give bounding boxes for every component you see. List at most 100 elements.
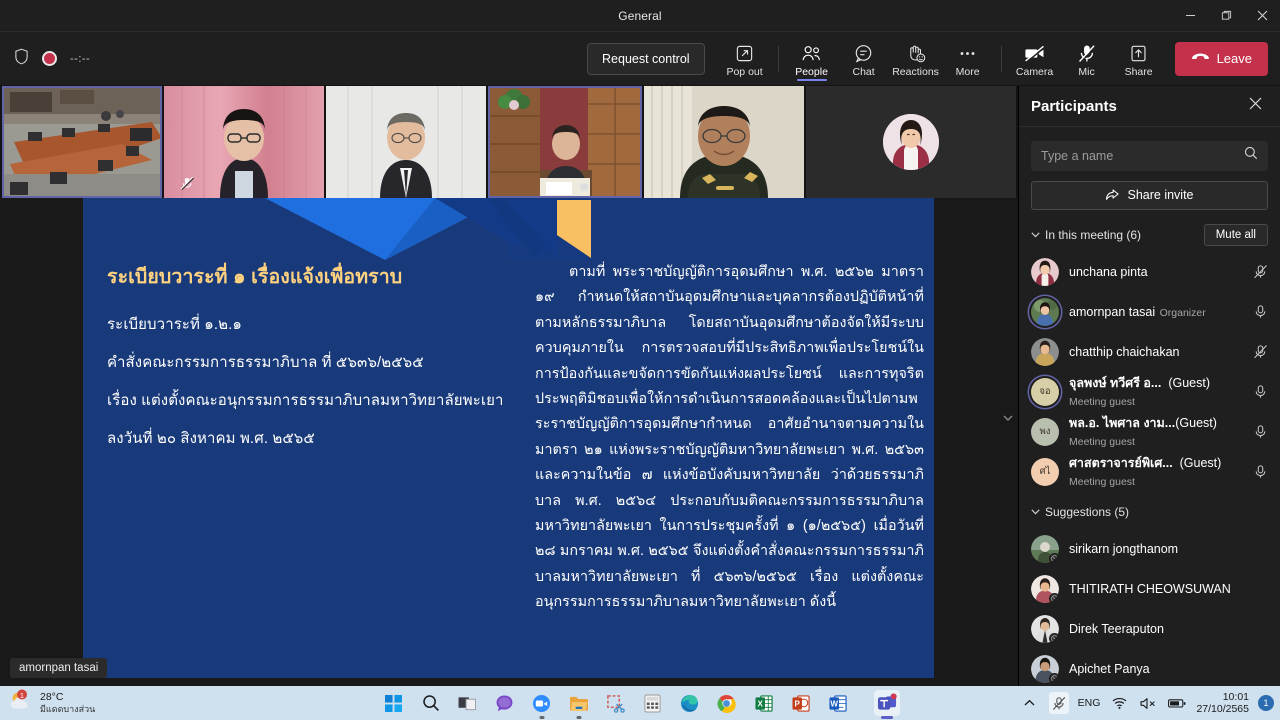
mic-on-icon[interactable] <box>1252 424 1268 439</box>
excel-app[interactable]: X <box>751 690 777 716</box>
clock-time: 10:01 <box>1222 691 1249 703</box>
participant-search[interactable] <box>1031 141 1268 171</box>
zoom-app[interactable] <box>529 690 555 719</box>
participant-names: unchana pinta <box>1069 263 1242 281</box>
suggestion-row[interactable]: Apichet Panya <box>1019 649 1280 686</box>
participant-name: amornpan tasai <box>1069 304 1156 319</box>
camera-off-icon <box>1024 42 1046 63</box>
offline-status-icon <box>1049 672 1059 683</box>
calculator-app[interactable] <box>640 690 666 716</box>
camera-label: Camera <box>1015 65 1054 78</box>
people-icon <box>801 42 822 63</box>
more-button[interactable]: More <box>942 38 994 80</box>
suggestion-row[interactable]: THITIRATH CHEOWSUWAN <box>1019 569 1280 609</box>
participant-row[interactable]: ศไ ศาสตราจารย์พิเศ... (Guest) Meeting gu… <box>1019 452 1280 488</box>
teams-app[interactable] <box>873 690 900 719</box>
volume-muted-icon[interactable] <box>1138 692 1158 714</box>
pop-out-button[interactable]: Pop out <box>719 38 771 80</box>
video-tile-1[interactable] <box>2 86 162 198</box>
mic-on-icon[interactable] <box>1252 384 1268 399</box>
edge-browser-app[interactable] <box>677 690 703 716</box>
word-app[interactable]: W <box>825 690 851 716</box>
mic-off-icon[interactable] <box>1252 344 1268 359</box>
mute-all-button[interactable]: Mute all <box>1203 223 1268 246</box>
suggestion-row[interactable]: Direk Teeraputon <box>1019 609 1280 649</box>
leave-button[interactable]: Leave <box>1174 41 1268 76</box>
video-tile-3[interactable] <box>326 86 486 198</box>
task-view-button[interactable] <box>455 690 481 716</box>
powerpoint-app[interactable]: P <box>788 690 814 716</box>
slide-left-line-1: ระเบียบวาระที่ ๑.๒.๑ <box>107 316 243 333</box>
show-hidden-icons-button[interactable] <box>1020 692 1040 714</box>
microphone-muted-tray-icon[interactable] <box>1048 692 1069 714</box>
close-button[interactable] <box>1244 0 1280 32</box>
weather-description: มีแดดบางส่วน <box>40 704 96 714</box>
participant-row[interactable]: unchana pinta <box>1019 252 1280 292</box>
file-explorer-app[interactable] <box>566 690 592 719</box>
stage-scroll-down-icon[interactable] <box>1002 412 1014 424</box>
search-input[interactable] <box>1041 148 1244 163</box>
suggestion-row[interactable]: sirikarn jongthanom <box>1019 529 1280 569</box>
suggestion-names: Apichet Panya <box>1069 660 1268 678</box>
slide-paragraph: ตามที่ พระราชบัญญัติการอุดมศึกษา พ.ศ. ๒๕… <box>535 260 924 616</box>
restore-button[interactable] <box>1208 0 1244 32</box>
suggestions-label: Suggestions (5) <box>1045 505 1130 520</box>
mic-off-icon[interactable] <box>1252 264 1268 279</box>
search-button[interactable] <box>418 690 444 716</box>
suggestion-name: Apichet Panya <box>1069 661 1150 676</box>
share-invite-button[interactable]: Share invite <box>1031 180 1268 211</box>
snipping-tool-app[interactable] <box>603 690 629 716</box>
minimize-button[interactable] <box>1172 0 1208 32</box>
avatar <box>1031 297 1059 326</box>
battery-icon[interactable] <box>1167 692 1187 714</box>
participant-name: unchana pinta <box>1069 264 1148 279</box>
video-tile-5[interactable] <box>644 86 804 198</box>
reactions-button[interactable]: Reactions <box>890 38 942 80</box>
toolbar-left-indicators: --:-- <box>14 48 90 70</box>
mic-on-icon[interactable] <box>1252 304 1268 319</box>
toolbar-right-controls: Request control Pop out People Chat Reac… <box>587 38 1268 81</box>
wifi-icon[interactable] <box>1109 692 1129 714</box>
toolbar-divider <box>777 45 779 72</box>
chat-button[interactable] <box>492 690 518 716</box>
notification-badge[interactable]: 1 <box>1258 695 1274 711</box>
participant-row[interactable]: chatthip chaichakan <box>1019 332 1280 372</box>
video-tile-2[interactable] <box>164 86 324 198</box>
participant-names: chatthip chaichakan <box>1069 343 1242 361</box>
search-icon[interactable] <box>1244 146 1258 165</box>
participant-names: พล.อ. ไพศาล งาม...(Guest) Meeting guest <box>1069 414 1242 450</box>
participant-names: ศาสตราจารย์พิเศ... (Guest) Meeting guest <box>1069 454 1242 488</box>
weather-icon: 1 <box>8 689 34 718</box>
participant-row[interactable]: จอ จุลพงษ์ ทวีศรี อ... (Guest) Meeting g… <box>1019 372 1280 412</box>
participants-panel-header: Participants <box>1019 86 1280 128</box>
presentation-slide[interactable]: ระเบียบวาระที่ ๑ เรื่องแจ้งเพื่อทราบ ระเ… <box>83 198 934 678</box>
start-button[interactable] <box>381 690 407 716</box>
running-indicator <box>576 716 581 719</box>
chat-label: Chat <box>852 65 875 78</box>
slide-right-column: ตามที่ พระราชบัญญัติการอุดมศึกษา พ.ศ. ๒๕… <box>535 252 934 678</box>
video-tile-6[interactable] <box>806 86 1016 198</box>
avatar-initials: จอ <box>1031 377 1059 406</box>
share-button[interactable]: Share <box>1113 38 1165 80</box>
system-tray: ENG 10:01 27/10/2565 1 <box>1020 691 1274 715</box>
suggestions-section-header[interactable]: Suggestions (5) <box>1019 499 1280 525</box>
language-indicator[interactable]: ENG <box>1078 697 1101 709</box>
mic-on-icon[interactable] <box>1252 464 1268 479</box>
slide-left-line-4: ลงวันที่ ๒๐ สิงหาคม พ.ศ. ๒๕๖๕ <box>107 430 315 447</box>
chrome-browser-app[interactable] <box>714 690 740 716</box>
participant-row[interactable]: พง พล.อ. ไพศาล งาม...(Guest) Meeting gue… <box>1019 412 1280 452</box>
weather-widget[interactable]: 1 28°C มีแดดบางส่วน <box>8 689 95 718</box>
close-icon[interactable] <box>1245 93 1266 119</box>
chat-button[interactable]: Chat <box>838 38 890 80</box>
participant-row[interactable]: amornpan tasai Organizer <box>1019 292 1280 332</box>
shared-content-area: ระเบียบวาระที่ ๑ เรื่องแจ้งเพื่อทราบ ระเ… <box>0 198 1018 686</box>
guest-tag: (Guest) <box>1175 415 1217 430</box>
in-this-meeting-section-header[interactable]: In this meeting (6) Mute all <box>1019 222 1280 248</box>
presenter-name-badge: amornpan tasai <box>10 658 108 678</box>
taskbar-clock[interactable]: 10:01 27/10/2565 <box>1196 691 1249 715</box>
camera-button[interactable]: Camera <box>1009 38 1061 80</box>
mic-button[interactable]: Mic <box>1061 38 1113 80</box>
people-button[interactable]: People <box>786 38 838 81</box>
video-tile-4[interactable] <box>488 86 642 198</box>
request-control-button[interactable]: Request control <box>587 42 705 75</box>
